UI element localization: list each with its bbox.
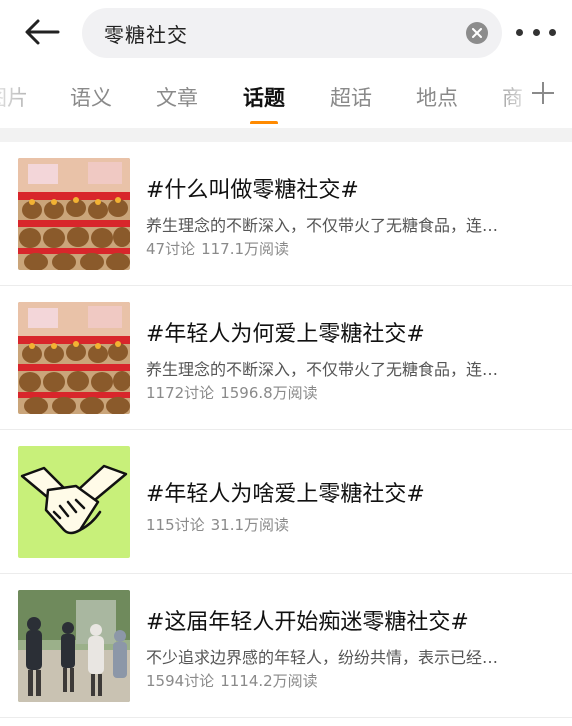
topic-title: #什么叫做零糖社交# <box>146 178 359 203</box>
add-tab-icon[interactable] <box>530 80 556 106</box>
back-arrow-icon[interactable] <box>22 14 62 50</box>
topic-stats: 1172讨论 1596.8万阅读 <box>146 382 324 403</box>
tab-fade-left <box>0 66 60 124</box>
tab-places[interactable]: 地点 <box>416 82 458 112</box>
topic-stats: 47讨论 117.1万阅读 <box>146 238 295 259</box>
topic-list: #什么叫做零糖社交# 养生理念的不断深入，不仅带火了无糖食品，连… 47讨论 11… <box>0 142 572 718</box>
read-count: 117.1万阅读 <box>201 240 290 258</box>
discussion-count: 1594讨论 <box>146 672 215 690</box>
topic-stats: 115讨论 31.1万阅读 <box>146 514 295 535</box>
tab-topics[interactable]: 话题 <box>243 82 285 112</box>
top-bar: 零糖社交 <box>0 0 572 64</box>
section-divider <box>0 128 572 142</box>
topic-thumbnail <box>18 302 130 414</box>
topic-item[interactable]: #年轻人为何爱上零糖社交# 养生理念的不断深入，不仅带火了无糖食品，连… 117… <box>0 286 572 430</box>
topic-thumbnail <box>18 446 130 558</box>
topic-item[interactable]: #年轻人为啥爱上零糖社交# 115讨论 31.1万阅读 <box>0 430 572 574</box>
topic-title: #年轻人为啥爱上零糖社交# <box>146 482 425 507</box>
topic-item[interactable]: #什么叫做零糖社交# 养生理念的不断深入，不仅带火了无糖食品，连… 47讨论 11… <box>0 142 572 286</box>
topic-description: 不少追求边界感的年轻人，纷纷共情，表示已经… <box>146 648 499 667</box>
tab-bar: 图片 语义 文章 话题 超话 地点 商 <box>0 66 572 124</box>
discussion-count: 1172讨论 <box>146 384 215 402</box>
discussion-count: 115讨论 <box>146 516 205 534</box>
read-count: 1596.8万阅读 <box>220 384 318 402</box>
tab-super-topics[interactable]: 超话 <box>330 82 372 112</box>
tab-semantic[interactable]: 语义 <box>70 82 112 112</box>
clear-search-icon[interactable] <box>466 22 488 44</box>
read-count: 1114.2万阅读 <box>220 672 318 690</box>
topic-title: #这届年轻人开始痴迷零糖社交# <box>146 610 469 635</box>
discussion-count: 47讨论 <box>146 240 196 258</box>
topic-title: #年轻人为何爱上零糖社交# <box>146 322 425 347</box>
search-input[interactable]: 零糖社交 <box>82 8 502 58</box>
topic-description: 养生理念的不断深入，不仅带火了无糖食品，连… <box>146 216 499 235</box>
more-options-icon[interactable] <box>516 22 556 42</box>
topic-item[interactable]: #这届年轻人开始痴迷零糖社交# 不少追求边界感的年轻人，纷纷共情，表示已经… 1… <box>0 574 572 718</box>
tab-articles[interactable]: 文章 <box>156 82 198 112</box>
search-query: 零糖社交 <box>104 22 188 47</box>
active-tab-indicator <box>250 121 278 124</box>
topic-description: 养生理念的不断深入，不仅带火了无糖食品，连… <box>146 360 499 379</box>
topic-stats: 1594讨论 1114.2万阅读 <box>146 670 324 691</box>
read-count: 31.1万阅读 <box>210 516 290 534</box>
topic-thumbnail <box>18 158 130 270</box>
topic-thumbnail <box>18 590 130 702</box>
